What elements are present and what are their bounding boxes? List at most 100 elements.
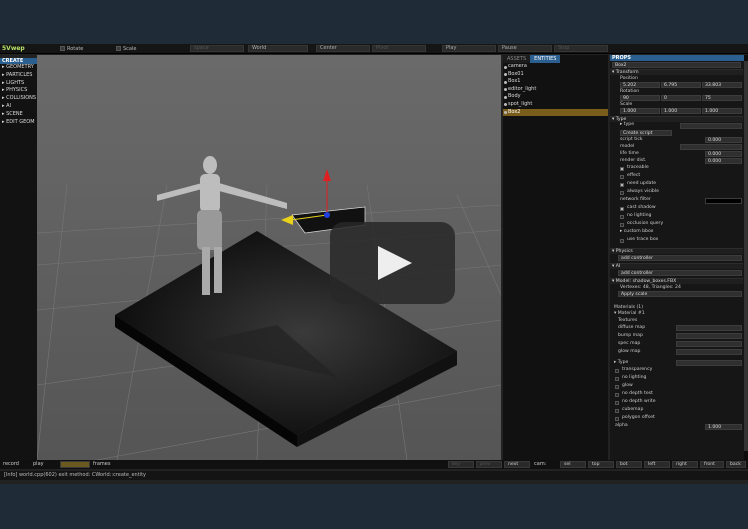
prev-button[interactable]: prev <box>476 461 502 468</box>
rotation-z[interactable]: 75 <box>702 95 742 101</box>
pause-button[interactable]: Pause <box>498 45 552 52</box>
apply-scale-button[interactable]: Apply scale <box>618 291 742 297</box>
position-y[interactable]: 6.795 <box>661 82 701 88</box>
traceable-checkbox[interactable] <box>620 167 624 171</box>
entity-name-field[interactable]: Box2 <box>612 62 741 68</box>
life-time-field[interactable]: 0.000 <box>705 151 742 157</box>
tab-entities[interactable]: ENTITIES <box>530 55 561 63</box>
entity-item-box1[interactable]: Box1 <box>503 78 608 86</box>
transform-section[interactable]: ▾ Transform <box>610 69 743 75</box>
model-section[interactable]: ▾ Model: shadow_boxes.FBX <box>610 278 743 284</box>
scale-label: Scale <box>123 46 137 52</box>
position-z[interactable]: 33.803 <box>702 82 742 88</box>
entity-item-spot-light[interactable]: spot_light <box>503 101 608 109</box>
glow-checkbox[interactable] <box>615 385 619 389</box>
ai-section[interactable]: ▾ AI <box>610 263 743 269</box>
no-lighting2-checkbox[interactable] <box>615 377 619 381</box>
ai-add-controller[interactable]: add controller <box>618 270 742 276</box>
physics-section[interactable]: ▾ Physics <box>610 248 743 254</box>
props-scroll-thumb[interactable] <box>744 61 748 451</box>
always-visible-checkbox[interactable] <box>620 191 624 195</box>
glow-map-field[interactable] <box>676 349 742 355</box>
create-item-particles[interactable]: ▸ PARTICLES <box>0 72 37 80</box>
create-item-physics[interactable]: ▸ PHYSICS <box>0 87 37 95</box>
rotate-checkbox[interactable] <box>60 46 65 51</box>
material1-section[interactable]: ▾ Material #1 <box>614 311 645 317</box>
no-lighting-checkbox[interactable] <box>620 215 624 219</box>
entity-item-body[interactable]: Body <box>503 93 608 101</box>
cam-bot-button[interactable]: bot <box>616 461 642 468</box>
polygon-offset-checkbox[interactable] <box>615 417 619 421</box>
cam-left-button[interactable]: left <box>644 461 670 468</box>
scale-checkbox[interactable] <box>116 46 121 51</box>
record-label[interactable]: record <box>3 461 19 468</box>
scale-x[interactable]: 1.000 <box>620 108 660 114</box>
video-play-overlay[interactable] <box>330 222 455 304</box>
need-update-checkbox[interactable] <box>620 183 624 187</box>
script-tick-field[interactable]: 0.000 <box>705 137 742 143</box>
type2-label[interactable]: ▸ Type <box>614 360 628 366</box>
tab-assets[interactable]: ASSETS <box>503 55 531 63</box>
occlusion-query-checkbox[interactable] <box>620 223 624 227</box>
network-filter-field[interactable] <box>705 198 742 204</box>
key-button[interactable]: key <box>448 461 474 468</box>
frame-slider[interactable] <box>60 461 90 468</box>
rotation-y[interactable]: 0 <box>661 95 701 101</box>
entity-item-editor-light[interactable]: editor_light <box>503 86 608 94</box>
pivot-button[interactable]: Pivot <box>372 45 426 52</box>
cam-label: cam: <box>534 461 547 467</box>
use-trace-box-checkbox[interactable] <box>620 239 624 243</box>
cubemap-checkbox[interactable] <box>615 409 619 413</box>
cam-back-button[interactable]: back <box>726 461 746 468</box>
diffuse-map-field[interactable] <box>676 325 742 331</box>
bump-map-field[interactable] <box>676 333 742 339</box>
create-item-edit-geom[interactable]: ▸ EDIT GEOM <box>0 119 37 127</box>
props-scrollbar[interactable] <box>744 55 748 460</box>
type-label: ▸ type <box>620 122 635 127</box>
world-button[interactable]: World <box>248 45 308 52</box>
no-depth-test-checkbox[interactable] <box>615 393 619 397</box>
type-field[interactable] <box>680 123 742 129</box>
next-button[interactable]: next <box>504 461 530 468</box>
position-x[interactable]: 5.202 <box>620 82 660 88</box>
always-visible-label: always visible <box>627 189 659 194</box>
no-depth-write-checkbox[interactable] <box>615 401 619 405</box>
spec-map-field[interactable] <box>676 341 742 347</box>
cast-shadow-checkbox[interactable] <box>620 207 624 211</box>
type2-field[interactable] <box>676 360 742 366</box>
frames-label: frames <box>93 461 111 467</box>
timeline-bar: record play frames key prev next cam: se… <box>0 460 748 469</box>
create-item-scene[interactable]: ▸ SCENE <box>0 111 37 119</box>
space-field[interactable]: space <box>190 45 244 52</box>
play-button[interactable]: Play <box>442 45 496 52</box>
entity-item-camera[interactable]: camera <box>503 63 608 71</box>
physics-add-controller[interactable]: add controller <box>618 255 742 261</box>
create-item-lights[interactable]: ▸ LIGHTS <box>0 80 37 88</box>
scale-z[interactable]: 1.000 <box>702 108 742 114</box>
timeline-play-label[interactable]: play <box>33 461 44 468</box>
cam-sel-button[interactable]: sel <box>560 461 586 468</box>
stop-button[interactable]: Stop <box>554 45 608 52</box>
cam-right-button[interactable]: right <box>672 461 698 468</box>
create-item-ai[interactable]: ▸ AI <box>0 103 37 111</box>
render-dist-field[interactable]: 0.000 <box>705 158 742 164</box>
render-dist-label: render dist. <box>620 158 647 163</box>
entity-dot-icon <box>504 103 507 107</box>
model-field[interactable] <box>680 144 742 150</box>
alpha-field[interactable]: 1.000 <box>705 424 742 430</box>
rotation-x[interactable]: 90 <box>620 95 660 101</box>
life-time-label: life time <box>620 151 639 156</box>
center-button[interactable]: Center <box>316 45 370 52</box>
custom-bbox-label[interactable]: ▸ custom bbox <box>620 229 653 235</box>
entity-item-box2[interactable]: Box2 <box>503 108 608 117</box>
entity-item-box01[interactable]: Box01 <box>503 71 608 79</box>
cam-top-button[interactable]: top <box>588 461 614 468</box>
cam-front-button[interactable]: front <box>700 461 724 468</box>
create-script-button[interactable]: Create script <box>620 130 672 136</box>
create-item-geometry[interactable]: ▸ GEOMETRY <box>0 64 37 72</box>
effect-checkbox[interactable] <box>620 175 624 179</box>
network-filter-label: network filter <box>620 197 651 202</box>
create-item-collisions[interactable]: ▸ COLLISIONS <box>0 95 37 103</box>
scale-y[interactable]: 1.000 <box>661 108 701 114</box>
transparency-checkbox[interactable] <box>615 369 619 373</box>
